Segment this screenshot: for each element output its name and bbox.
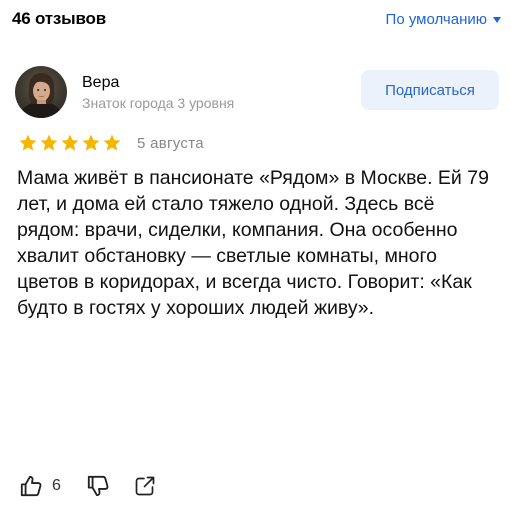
- star-icon: [82, 134, 100, 151]
- review-actions: 6: [18, 472, 157, 500]
- review-author: Вера Знаток города 3 уровня: [15, 66, 234, 118]
- share-button[interactable]: [133, 474, 157, 498]
- review-date: 5 августа: [137, 134, 204, 152]
- subscribe-button[interactable]: Подписаться: [361, 70, 499, 110]
- author-level: Знаток города 3 уровня: [82, 94, 235, 111]
- review-text: Мама живёт в пансионате «Рядом» в Москве…: [17, 167, 489, 319]
- author-name[interactable]: Вера: [82, 74, 234, 92]
- reviews-header: 46 отзывов По умолчанию: [12, 6, 501, 32]
- share-icon: [135, 476, 155, 496]
- dislike-button[interactable]: [85, 473, 111, 499]
- thumbs-down-icon: [87, 475, 109, 497]
- avatar-image: [15, 66, 67, 118]
- sort-dropdown[interactable]: По умолчанию: [386, 11, 501, 28]
- rating-stars: [18, 133, 122, 153]
- like-count: 6: [52, 477, 61, 494]
- star-icon: [103, 134, 121, 151]
- reviews-count: 46 отзывов: [12, 9, 106, 28]
- star-icon: [61, 134, 79, 151]
- sort-label: По умолчанию: [385, 10, 487, 28]
- thumbs-up-icon: [20, 475, 42, 497]
- rating-row: 5 августа: [18, 133, 204, 153]
- star-icon: [19, 134, 37, 151]
- like-button[interactable]: 6: [18, 473, 61, 499]
- avatar[interactable]: [15, 66, 67, 118]
- star-icon: [40, 134, 58, 151]
- chevron-down-icon: [493, 17, 501, 23]
